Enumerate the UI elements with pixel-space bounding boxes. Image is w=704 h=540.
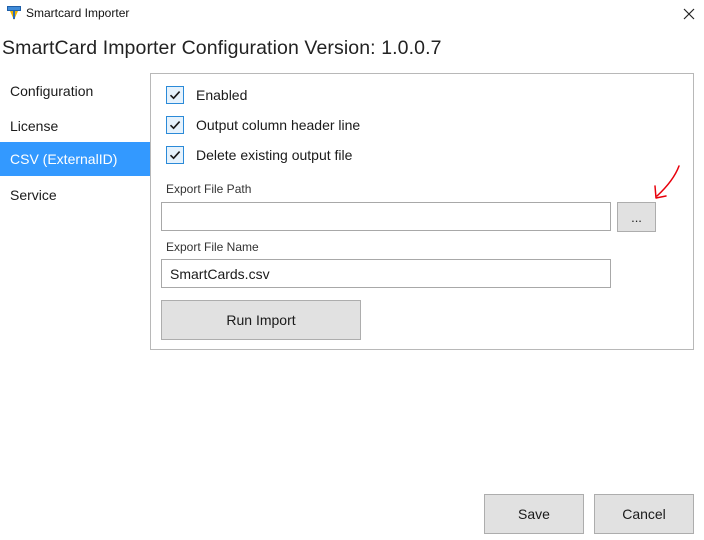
output-header-checkbox[interactable]: Output column header line	[166, 115, 360, 135]
browse-button[interactable]: ...	[617, 202, 656, 232]
window-title: Smartcard Importer	[26, 6, 130, 20]
cancel-button[interactable]: Cancel	[594, 494, 694, 534]
export-file-name-label: Export File Name	[166, 240, 259, 254]
checkbox-checked-icon	[166, 86, 184, 104]
export-file-name-input[interactable]	[161, 259, 611, 288]
run-import-button[interactable]: Run Import	[161, 300, 361, 340]
delete-existing-checkbox[interactable]: Delete existing output file	[166, 145, 352, 165]
sidebar-item-license[interactable]: License	[0, 109, 150, 143]
sidebar-item-configuration[interactable]: Configuration	[0, 74, 150, 108]
checkbox-checked-icon	[166, 146, 184, 164]
export-file-path-label: Export File Path	[166, 182, 252, 196]
sidebar-item-csv-externalid[interactable]: CSV (ExternalID)	[0, 142, 150, 176]
delete-existing-label: Delete existing output file	[196, 147, 353, 163]
output-header-label: Output column header line	[196, 117, 361, 133]
page-title: SmartCard Importer Configuration Version…	[2, 37, 442, 59]
red-annotation-arrow-icon	[654, 165, 680, 199]
sidebar-item-service[interactable]: Service	[0, 178, 150, 212]
enabled-checkbox[interactable]: Enabled	[166, 85, 247, 105]
close-icon[interactable]	[676, 2, 702, 26]
csv-settings-panel: Enabled Output column header line Delete…	[150, 73, 694, 350]
window-titlebar: Smartcard Importer	[0, 0, 704, 28]
export-file-path-input[interactable]	[161, 202, 611, 231]
smartcard-app-icon	[6, 5, 22, 21]
enabled-label: Enabled	[196, 87, 248, 103]
save-button[interactable]: Save	[484, 494, 584, 534]
checkbox-checked-icon	[166, 116, 184, 134]
